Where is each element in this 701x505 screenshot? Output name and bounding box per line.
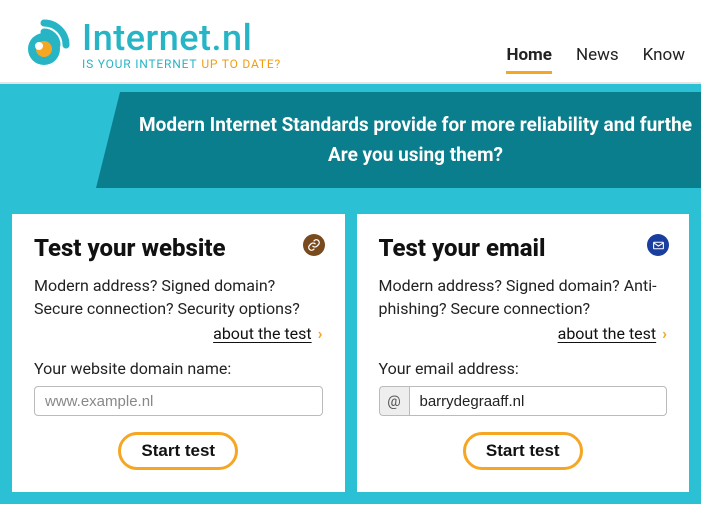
start-test-email-button[interactable]: Start test <box>463 432 583 470</box>
logo-title: Internet.nl <box>82 20 281 56</box>
nav-news[interactable]: News <box>576 45 619 74</box>
card-website-title: Test your website <box>34 234 323 262</box>
website-input-row <box>34 386 323 416</box>
teal-band <box>0 84 701 92</box>
website-domain-input[interactable] <box>34 386 323 416</box>
card-website-about: about the test › <box>34 324 323 343</box>
about-website-link[interactable]: about the test <box>213 324 312 343</box>
start-test-website-button[interactable]: Start test <box>118 432 238 470</box>
website-input-label: Your website domain name: <box>34 359 323 378</box>
email-address-input[interactable] <box>409 386 668 416</box>
card-website: Test your website Modern address? Signed… <box>12 214 345 492</box>
banner-wrap: Modern Internet Standards provide for mo… <box>0 92 701 218</box>
logo[interactable]: Internet.nl IS YOUR INTERNETUP TO DATE? <box>16 17 281 73</box>
nav: Home News Know <box>506 45 685 82</box>
email-input-row: @ <box>379 386 668 416</box>
nav-know[interactable]: Know <box>643 45 685 74</box>
logo-text: Internet.nl IS YOUR INTERNETUP TO DATE? <box>82 20 281 70</box>
card-email-title: Test your email <box>379 234 668 262</box>
card-email-about: about the test › <box>379 324 668 343</box>
banner-line1: Modern Internet Standards provide for mo… <box>139 110 692 140</box>
header: Internet.nl IS YOUR INTERNETUP TO DATE? … <box>0 0 701 84</box>
about-email-link[interactable]: about the test <box>558 324 657 343</box>
chevron-right-icon: › <box>318 324 323 343</box>
card-website-desc: Modern address? Signed domain? Secure co… <box>34 274 323 320</box>
link-icon <box>303 234 325 256</box>
nav-home[interactable]: Home <box>506 45 552 74</box>
card-email-desc: Modern address? Signed domain? Anti-phis… <box>379 274 668 320</box>
chevron-right-icon: › <box>662 324 667 343</box>
banner: Modern Internet Standards provide for mo… <box>0 92 701 188</box>
at-prefix: @ <box>379 386 409 416</box>
logo-icon <box>16 17 72 73</box>
banner-line2: Are you using them? <box>139 140 692 170</box>
logo-subtitle: IS YOUR INTERNETUP TO DATE? <box>82 58 281 70</box>
cards: Test your website Modern address? Signed… <box>0 214 701 504</box>
mail-icon <box>647 234 669 256</box>
card-email: Test your email Modern address? Signed d… <box>357 214 690 492</box>
email-input-label: Your email address: <box>379 359 668 378</box>
